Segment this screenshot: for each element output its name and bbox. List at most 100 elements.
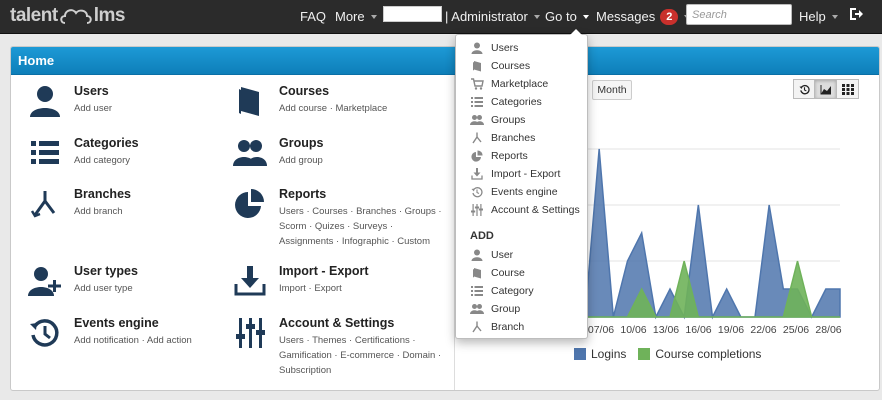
menu-item-label: Branches xyxy=(491,132,536,144)
menu-item-label: User xyxy=(491,249,514,261)
tile-links[interactable]: Add user type xyxy=(74,281,239,296)
tile-title: Groups xyxy=(279,136,324,150)
menu-item-branches[interactable]: Branches xyxy=(470,130,535,146)
tile-reports[interactable]: Reports Users · Courses · Branches · Gro… xyxy=(233,187,453,247)
menu-item-add-course[interactable]: Course xyxy=(470,265,525,281)
x-tick-label: 13/06 xyxy=(653,324,679,336)
menu-item-groups[interactable]: Groups xyxy=(470,112,525,128)
legend-swatch-logins xyxy=(574,348,586,360)
tile-user-types[interactable]: User types Add user type xyxy=(28,264,248,300)
user-icon xyxy=(30,86,60,117)
role-label: | Administrator xyxy=(445,9,528,24)
user-name-box xyxy=(383,6,442,22)
tile-categories[interactable]: Categories Add category xyxy=(28,136,248,172)
menu-item-users[interactable]: Users xyxy=(470,40,518,56)
menu-item-import-export[interactable]: Import - Export xyxy=(470,166,560,182)
tile-title: User types xyxy=(74,264,138,278)
branch-icon xyxy=(472,321,482,333)
grid-view-button[interactable] xyxy=(837,79,859,99)
menu-item-add-user[interactable]: User xyxy=(470,247,513,263)
list-icon xyxy=(471,286,483,296)
tile-groups[interactable]: Groups Add group xyxy=(233,136,453,172)
tile-links[interactable]: Users · Themes · Certifications · Gamifi… xyxy=(279,333,444,378)
book-icon xyxy=(473,268,481,279)
pie-chart-icon xyxy=(235,189,264,218)
area-chart-view-button[interactable] xyxy=(815,79,837,99)
logo-text-left: talent xyxy=(10,5,58,26)
menu-item-label: Group xyxy=(491,303,521,315)
menu-item-marketplace[interactable]: Marketplace xyxy=(470,76,548,92)
add-section-heading: ADD xyxy=(470,230,494,242)
tile-title: Account & Settings xyxy=(279,316,395,330)
branch-icon xyxy=(472,132,482,144)
tile-title: Import - Export xyxy=(279,264,369,278)
tile-branches[interactable]: Branches Add branch xyxy=(28,187,248,223)
menu-item-label: Account & Settings xyxy=(491,204,580,216)
tile-courses[interactable]: Courses Add course · Marketplace xyxy=(233,84,453,120)
talentlms-logo[interactable]: talent lms xyxy=(10,4,125,28)
tile-title: Courses xyxy=(279,84,330,98)
menu-item-label: Category xyxy=(491,285,534,297)
tile-account-settings[interactable]: Account & Settings Users · Themes · Cert… xyxy=(233,316,453,376)
menu-item-events-engine[interactable]: Events engine xyxy=(470,184,558,200)
goto-menu[interactable]: Go to xyxy=(545,0,589,34)
faq-link[interactable]: FAQ xyxy=(300,0,326,34)
month-button[interactable]: Month xyxy=(592,80,632,100)
cart-icon xyxy=(470,78,484,90)
tile-title: Reports xyxy=(279,187,327,201)
legend-label-logins[interactable]: Logins xyxy=(591,347,626,361)
list-icon xyxy=(31,141,59,164)
tile-users[interactable]: Users Add user xyxy=(28,84,248,120)
top-navbar: talent lms FAQ More | Administrator Go t… xyxy=(0,0,882,34)
messages-link[interactable]: Messages 2 xyxy=(596,0,691,34)
menu-item-account-settings[interactable]: Account & Settings xyxy=(470,202,580,218)
chart-legend: Logins Course completions xyxy=(574,347,761,361)
legend-swatch-completions xyxy=(638,348,651,360)
user-icon xyxy=(471,249,483,261)
logo-text-right: lms xyxy=(93,5,126,26)
menu-item-label: Marketplace xyxy=(491,78,549,90)
search-input[interactable] xyxy=(686,4,792,25)
sliders-icon xyxy=(471,204,483,216)
menu-item-label: Groups xyxy=(491,114,526,126)
help-menu[interactable]: Help xyxy=(799,0,838,34)
tile-links[interactable]: Import · Export xyxy=(279,281,444,296)
goto-label: Go to xyxy=(545,9,577,24)
menu-item-add-branch[interactable]: Branch xyxy=(470,319,524,335)
menu-item-courses[interactable]: Courses xyxy=(470,58,530,74)
logout-icon[interactable] xyxy=(848,6,864,22)
menu-item-reports[interactable]: Reports xyxy=(470,148,528,164)
menu-item-label: Users xyxy=(491,42,519,54)
more-label: More xyxy=(335,9,365,24)
messages-count-badge: 2 xyxy=(660,9,679,25)
history-icon xyxy=(471,187,483,198)
legend-label-completions[interactable]: Course completions xyxy=(655,347,761,361)
menu-item-add-group[interactable]: Group xyxy=(470,301,520,317)
menu-item-label: Import - Export xyxy=(491,168,561,180)
tile-events-engine[interactable]: Events engine Add notification · Add act… xyxy=(28,316,248,352)
tile-links[interactable]: Add branch xyxy=(74,204,239,219)
menu-item-label: Branch xyxy=(491,321,525,333)
tile-links[interactable]: Add notification · Add action xyxy=(74,333,239,348)
user-icon xyxy=(471,42,483,54)
tile-links[interactable]: Add category xyxy=(74,153,239,168)
tile-links[interactable]: Add user xyxy=(74,101,239,116)
chart-view-buttons xyxy=(793,79,859,99)
tile-links[interactable]: Users · Courses · Branches · Groups · Sc… xyxy=(279,204,444,249)
x-tick-label: 10/06 xyxy=(620,324,646,336)
tile-links[interactable]: Add group xyxy=(279,153,444,168)
menu-item-label: Events engine xyxy=(491,186,558,198)
tile-import-export[interactable]: Import - Export Import · Export xyxy=(233,264,453,300)
x-tick-label: 22/06 xyxy=(750,324,776,336)
menu-item-add-category[interactable]: Category xyxy=(470,283,534,299)
book-icon xyxy=(473,61,481,72)
x-tick-label: 19/06 xyxy=(718,324,744,336)
menu-item-label: Courses xyxy=(491,60,531,72)
list-icon xyxy=(471,97,483,107)
download-icon xyxy=(234,266,266,296)
tile-links[interactable]: Add course · Marketplace xyxy=(279,101,444,116)
more-menu[interactable]: More xyxy=(335,0,377,34)
history-view-button[interactable] xyxy=(793,79,815,99)
role-menu[interactable]: | Administrator xyxy=(445,0,540,34)
menu-item-categories[interactable]: Categories xyxy=(470,94,542,110)
